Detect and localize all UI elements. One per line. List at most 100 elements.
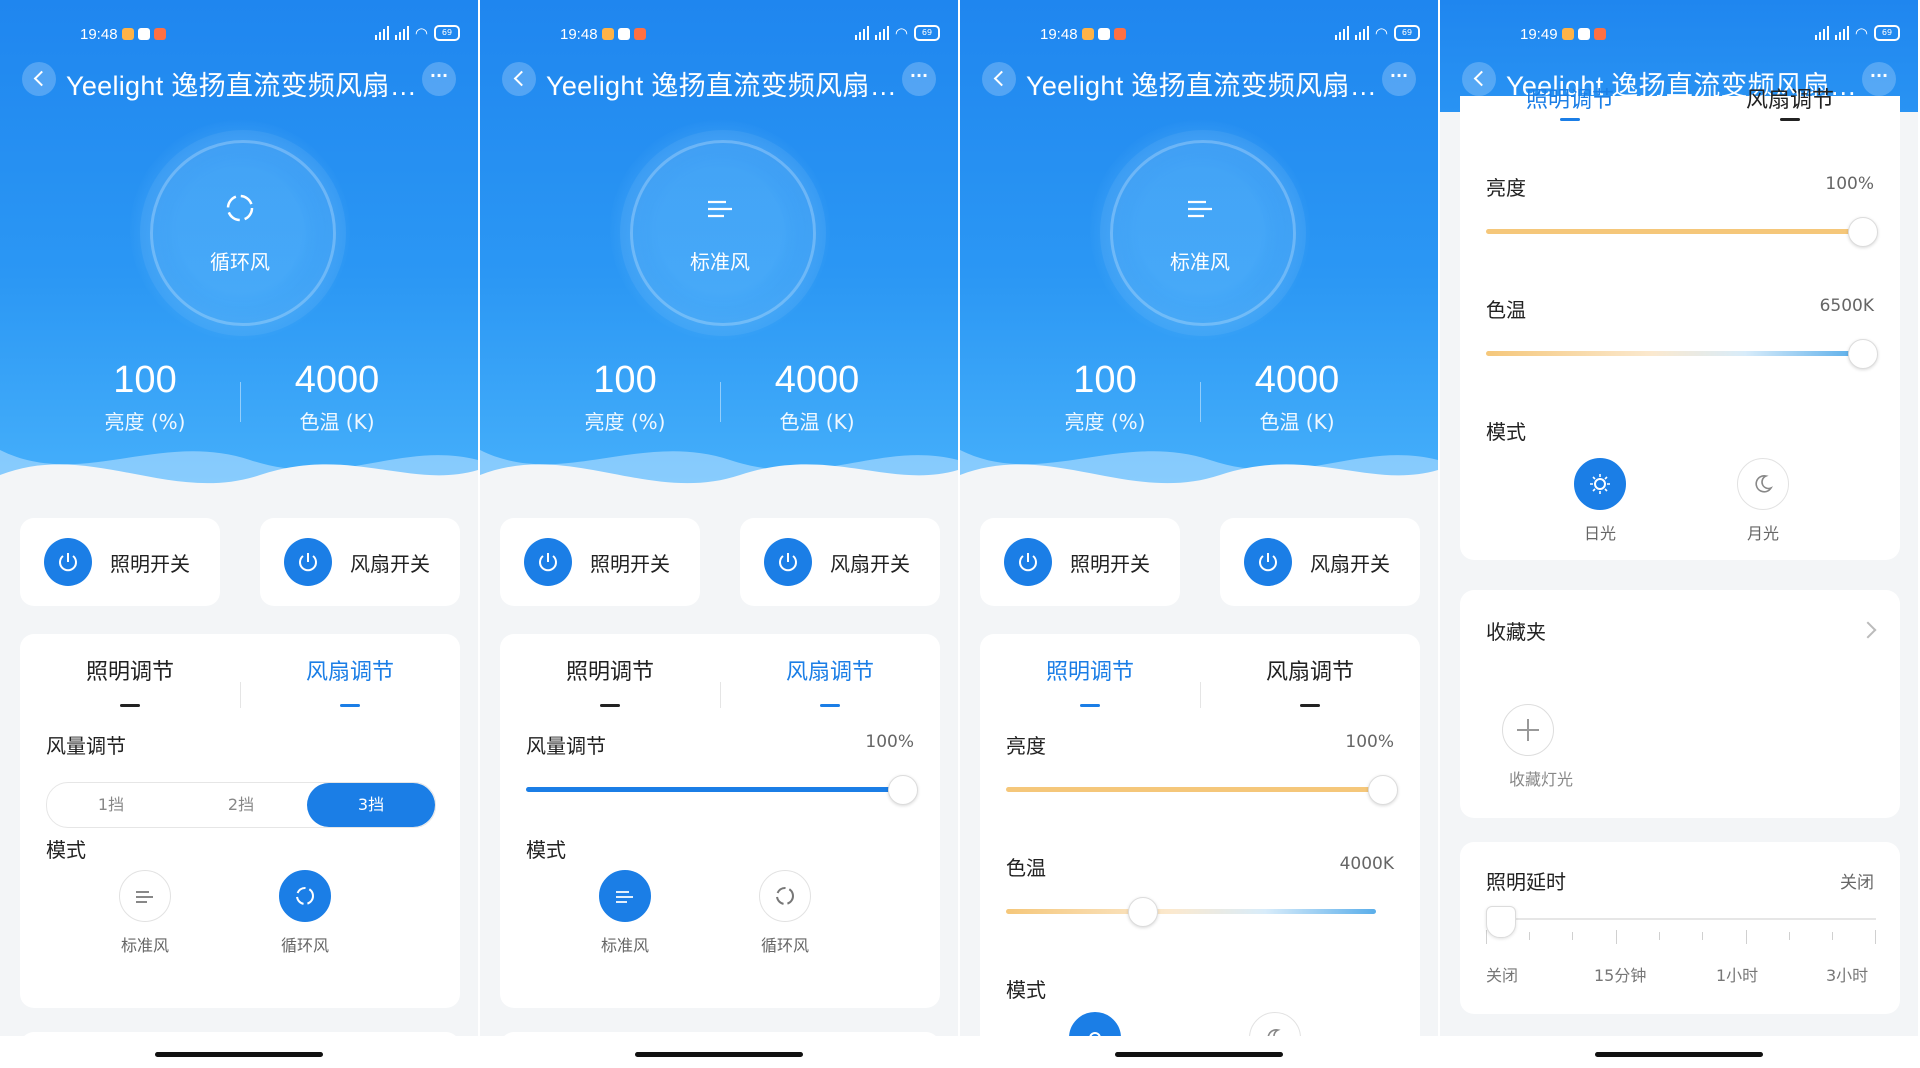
tab-indicator-active xyxy=(1560,118,1580,121)
fan-switch-label: 风扇开关 xyxy=(1310,552,1390,576)
tab-fan[interactable]: 风扇调节 xyxy=(1200,654,1420,686)
more-button[interactable]: ··· xyxy=(1382,62,1416,96)
tab-fan[interactable]: 风扇调节 xyxy=(720,654,940,686)
ct-slider[interactable] xyxy=(1486,338,1878,370)
fan-mode-ring[interactable]: 循环风 xyxy=(130,120,350,340)
signal-icon-2 xyxy=(874,26,889,40)
gear-selector: 1挡 2挡 3挡 xyxy=(46,782,436,828)
signal-icon-2 xyxy=(394,26,409,40)
mode-label: 模式 xyxy=(1486,420,1526,444)
home-indicator[interactable] xyxy=(1595,1052,1763,1057)
brightness-stat: 100 亮度 (%) xyxy=(525,358,725,435)
brightness-slider[interactable] xyxy=(1006,774,1398,806)
brightness-number: 100 xyxy=(113,359,177,401)
slider-knob[interactable] xyxy=(1848,217,1878,247)
tab-bar: 照明调节 风扇调节 xyxy=(980,654,1420,708)
ct-label: 色温 xyxy=(1486,298,1526,322)
ct-stat: 4000 色温 (K) xyxy=(237,358,437,435)
ct-slider[interactable] xyxy=(1006,896,1396,928)
delay-title: 照明延时 xyxy=(1486,870,1566,894)
more-button[interactable]: ··· xyxy=(902,62,936,96)
cycle-wind-icon xyxy=(279,870,331,922)
mode-standard[interactable]: 标准风 xyxy=(580,870,670,956)
brightness-label: 亮度 xyxy=(1006,734,1046,758)
signal-icon xyxy=(1814,26,1829,40)
status-bar: 19:49 ◠ 69 xyxy=(1440,18,1918,48)
gear-3[interactable]: 3挡 xyxy=(307,783,435,827)
tab-fan[interactable]: 风扇调节 xyxy=(240,654,460,686)
back-button[interactable] xyxy=(982,62,1016,96)
fan-switch-card[interactable]: 风扇开关 xyxy=(260,518,460,606)
nav-bar: Yeelight 逸扬直流变频风扇… ··· xyxy=(480,58,958,101)
add-favorite-label: 收藏灯光 xyxy=(1508,770,1573,789)
tab-light[interactable]: 照明调节 xyxy=(1460,82,1680,114)
wifi-icon: ◠ xyxy=(414,24,428,42)
status-time: 19:48 xyxy=(1040,26,1078,43)
ct-stat: 4000 色温 (K) xyxy=(717,358,917,435)
light-switch-card[interactable]: 照明开关 xyxy=(500,518,700,606)
battery-icon: 69 xyxy=(434,25,460,41)
ring-mode-label: 循环风 xyxy=(210,250,270,274)
mode-standard-label: 标准风 xyxy=(600,936,649,955)
light-switch-card[interactable]: 照明开关 xyxy=(980,518,1180,606)
brightness-number: 100 xyxy=(1073,359,1137,401)
tab-bar: 照明调节 风扇调节 xyxy=(20,654,460,708)
mode-cycle[interactable]: 循环风 xyxy=(740,870,830,956)
gear-2[interactable]: 2挡 xyxy=(177,783,305,827)
add-icon[interactable] xyxy=(1502,704,1554,756)
tab-fan[interactable]: 风扇调节 xyxy=(1680,82,1900,114)
delay-mark-3h: 3小时 xyxy=(1826,966,1869,985)
notification-icons xyxy=(602,28,646,40)
tab-light[interactable]: 照明调节 xyxy=(980,654,1200,686)
mode-standard[interactable]: 标准风 xyxy=(100,870,190,956)
notification-icons xyxy=(122,28,166,40)
volume-label: 风量调节 xyxy=(526,734,606,758)
stats-row: 100 亮度 (%) 4000 色温 (K) xyxy=(0,358,478,438)
status-bar: 19:48 ◠ 69 xyxy=(960,18,1438,48)
status-time: 19:48 xyxy=(560,26,598,43)
power-icon xyxy=(524,538,572,586)
status-bar: 19:48 ◠ 69 xyxy=(0,18,478,48)
back-button[interactable] xyxy=(22,62,56,96)
mode-moonlight[interactable]: 月光 xyxy=(1718,458,1808,544)
slider-track xyxy=(1006,787,1376,792)
mode-cycle[interactable]: 循环风 xyxy=(260,870,350,956)
ct-value: 6500K xyxy=(1819,296,1874,316)
mode-daylight[interactable]: 日光 xyxy=(1555,458,1645,544)
light-switch-card[interactable]: 照明开关 xyxy=(20,518,220,606)
delay-mark-1h: 1小时 xyxy=(1716,966,1759,985)
home-indicator[interactable] xyxy=(635,1052,803,1057)
mode-label: 模式 xyxy=(46,838,86,862)
wifi-icon: ◠ xyxy=(1854,24,1868,42)
gear-1[interactable]: 1挡 xyxy=(47,783,175,827)
slider-knob[interactable] xyxy=(1848,339,1878,369)
delay-knob[interactable] xyxy=(1486,906,1516,938)
power-icon xyxy=(1004,538,1052,586)
battery-icon: 69 xyxy=(1874,25,1900,41)
chevron-right-icon[interactable] xyxy=(1859,621,1877,639)
status-bar: 19:48 ◠ 69 xyxy=(480,18,958,48)
battery-icon: 69 xyxy=(1394,25,1420,41)
fan-switch-card[interactable]: 风扇开关 xyxy=(1220,518,1420,606)
ct-number: 4000 xyxy=(774,359,860,401)
brightness-slider[interactable] xyxy=(1486,216,1878,248)
fan-mode-ring[interactable]: 标准风 xyxy=(1090,120,1310,340)
home-indicator[interactable] xyxy=(155,1052,323,1057)
more-button[interactable]: ··· xyxy=(422,62,456,96)
back-button[interactable] xyxy=(502,62,536,96)
slider-knob[interactable] xyxy=(1127,897,1158,927)
delay-slider[interactable] xyxy=(1486,904,1876,944)
fan-switch-card[interactable]: 风扇开关 xyxy=(740,518,940,606)
fan-volume-slider[interactable] xyxy=(526,774,918,806)
home-indicator[interactable] xyxy=(1115,1052,1283,1057)
status-time: 19:48 xyxy=(80,26,118,43)
slider-knob[interactable] xyxy=(1368,775,1398,805)
fan-mode-ring[interactable]: 标准风 xyxy=(610,120,830,340)
light-switch-label: 照明开关 xyxy=(110,552,190,576)
tab-light[interactable]: 照明调节 xyxy=(500,654,720,686)
slider-knob[interactable] xyxy=(888,775,918,805)
stats-row: 100 亮度 (%) 4000 色温 (K) xyxy=(480,358,958,438)
sun-icon xyxy=(1574,458,1626,510)
brightness-stat: 100 亮度 (%) xyxy=(45,358,245,435)
tab-light[interactable]: 照明调节 xyxy=(20,654,240,686)
